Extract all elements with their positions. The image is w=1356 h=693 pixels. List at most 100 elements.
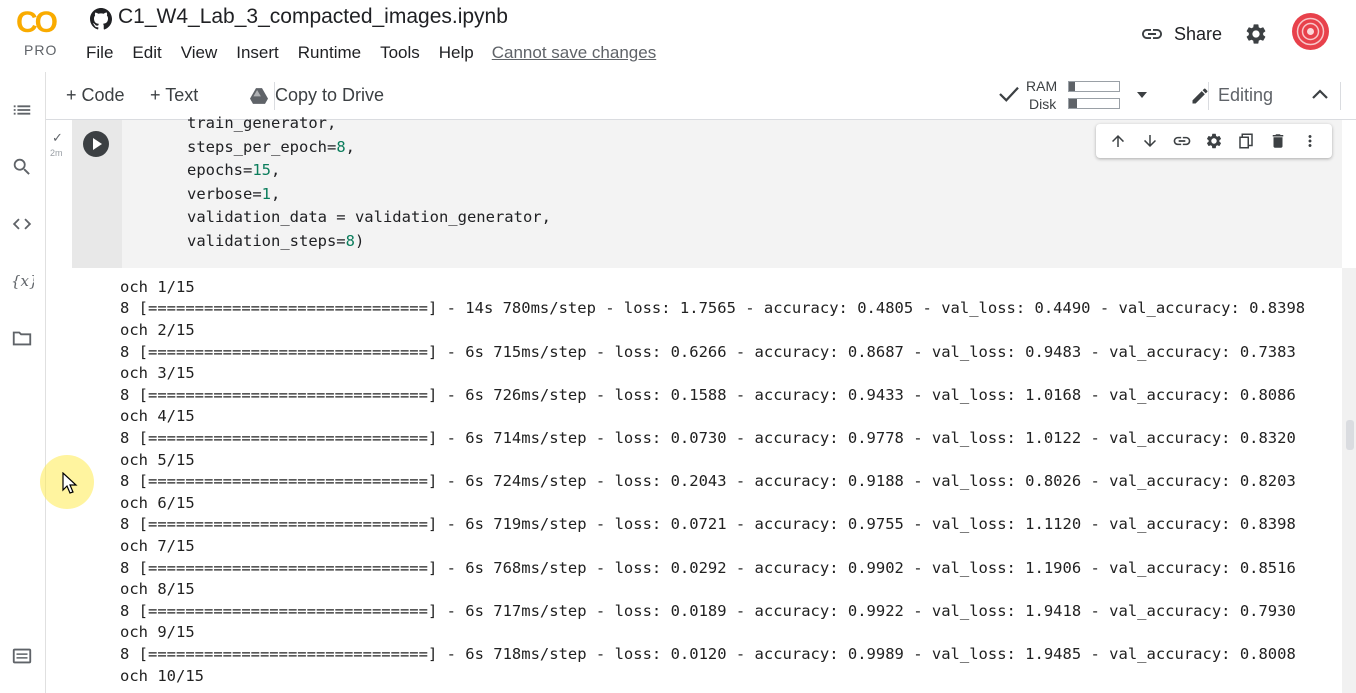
code-line[interactable]: epochs=15,: [187, 161, 280, 179]
output-line: 8 [==============================] - 6s …: [120, 429, 1296, 447]
code-number: 8: [336, 138, 346, 156]
disk-usage-bar[interactable]: [1068, 98, 1120, 109]
editing-mode-button[interactable]: Editing: [1190, 85, 1273, 106]
disk-usage-fill: [1069, 99, 1077, 108]
menu-view[interactable]: View: [181, 43, 218, 63]
gear-icon[interactable]: [1244, 22, 1268, 46]
output-line: och 10/15: [120, 667, 204, 685]
pencil-icon: [1192, 87, 1208, 103]
add-text-button[interactable]: + Text: [150, 85, 198, 106]
menu-runtime[interactable]: Runtime: [298, 43, 361, 63]
output-line: 8 [==============================] - 6s …: [120, 515, 1296, 533]
menu-help[interactable]: Help: [439, 43, 474, 63]
cell-settings-icon[interactable]: [1204, 131, 1224, 151]
code-line[interactable]: validation_steps=8): [187, 232, 364, 250]
save-status-link[interactable]: Cannot save changes: [492, 43, 656, 63]
code-text: validation_steps=: [187, 232, 346, 250]
mouse-pointer-icon: [62, 472, 78, 494]
folder-icon[interactable]: [10, 326, 34, 350]
code-number: 8: [345, 232, 355, 250]
output-line: och 2/15: [120, 321, 195, 339]
menu-edit[interactable]: Edit: [132, 43, 161, 63]
output-line: 8 [==============================] - 14s…: [120, 299, 1306, 317]
svg-text:{x}: {x}: [11, 272, 34, 290]
cell-toolbar: [1096, 124, 1332, 158]
code-line[interactable]: steps_per_epoch=8,: [187, 138, 355, 156]
output-line: 8 [==============================] - 6s …: [120, 386, 1296, 404]
output-scrollbar[interactable]: [1342, 268, 1356, 693]
execution-check-icon: ✓: [52, 130, 63, 145]
chevron-up-icon[interactable]: [1311, 87, 1329, 101]
avatar-swirl-icon: [1296, 17, 1325, 46]
code-text: ,: [345, 138, 355, 156]
copy-to-drive-label: Copy to Drive: [275, 85, 385, 105]
variables-icon[interactable]: {x}: [10, 269, 34, 293]
search-icon[interactable]: [10, 155, 34, 179]
output-line: 8 [==============================] - 6s …: [120, 645, 1296, 663]
mirror-cell-icon[interactable]: [1236, 131, 1256, 151]
output-line: 8 [==============================] - 6s …: [120, 343, 1296, 361]
notebook-title[interactable]: C1_W4_Lab_3_compacted_images.ipynb: [118, 5, 508, 29]
chevron-down-icon[interactable]: [1135, 90, 1149, 100]
terminal-icon[interactable]: [10, 644, 34, 668]
run-cell-button[interactable]: [83, 131, 109, 157]
connected-check-icon: [999, 86, 1019, 102]
drive-icon: [250, 87, 268, 104]
share-label: Share: [1174, 23, 1223, 44]
output-line: och 7/15: [120, 537, 195, 555]
left-sidebar: {x}: [0, 72, 46, 693]
toolbar-divider: [1340, 82, 1341, 110]
menu-bar: File Edit View Insert Runtime Tools Help…: [86, 43, 675, 63]
github-icon: [90, 8, 112, 30]
disk-label: Disk: [1029, 96, 1057, 112]
output-line: och 5/15: [120, 451, 195, 469]
code-text: ,: [271, 161, 281, 179]
move-up-icon[interactable]: [1108, 131, 1128, 151]
menu-insert[interactable]: Insert: [236, 43, 279, 63]
menu-tools[interactable]: Tools: [380, 43, 420, 63]
code-line[interactable]: train_generator,: [187, 114, 336, 132]
output-line: och 3/15: [120, 364, 195, 382]
move-down-icon[interactable]: [1140, 131, 1160, 151]
share-button[interactable]: Share: [1140, 22, 1222, 46]
code-snippets-icon[interactable]: [10, 212, 34, 236]
code-text: ,: [271, 185, 281, 203]
add-code-button[interactable]: + Code: [66, 85, 125, 106]
editing-label: Editing: [1218, 85, 1274, 105]
menu-file[interactable]: File: [86, 43, 113, 63]
code-line[interactable]: verbose=1,: [187, 185, 280, 203]
link-cell-icon[interactable]: [1172, 131, 1192, 151]
output-scrollbar-thumb[interactable]: [1346, 420, 1354, 450]
ram-usage-fill: [1069, 82, 1075, 91]
output-line: och 9/15: [120, 623, 195, 641]
logo-pro-label: PRO: [24, 42, 58, 58]
table-of-contents-icon[interactable]: [10, 98, 34, 122]
output-line: och 1/15: [120, 278, 195, 296]
more-options-icon[interactable]: [1300, 131, 1320, 151]
colab-logo[interactable]: CO PRO: [14, 6, 68, 58]
cell-margin: [46, 120, 72, 693]
avatar[interactable]: [1292, 13, 1329, 50]
cell-output: och 1/15 8 [============================…: [72, 268, 1342, 693]
code-text: ): [354, 232, 365, 250]
output-line: och 6/15: [120, 494, 195, 512]
output-line: 8 [==============================] - 6s …: [120, 602, 1296, 620]
app-header: CO PRO C1_W4_Lab_3_compacted_images.ipyn…: [0, 0, 1356, 72]
code-number: 15: [252, 161, 271, 179]
code-line[interactable]: validation_data = validation_generator,: [187, 208, 551, 226]
link-icon: [1142, 29, 1162, 39]
code-number: 1: [261, 185, 271, 203]
output-line: 8 [==============================] - 6s …: [120, 472, 1296, 490]
execution-time: 2m: [50, 148, 63, 158]
code-text: epochs=: [187, 161, 253, 179]
output-line: 8 [==============================] - 6s …: [120, 559, 1296, 577]
ram-usage-bar[interactable]: [1068, 81, 1120, 92]
copy-to-drive-button[interactable]: Copy to Drive: [250, 85, 384, 106]
ram-label: RAM: [1026, 78, 1058, 94]
notebook-toolbar: + Code + Text Copy to Drive: [46, 72, 1356, 120]
code-text: steps_per_epoch=: [187, 138, 337, 156]
delete-cell-icon[interactable]: [1268, 131, 1288, 151]
output-line: och 4/15: [120, 407, 195, 425]
code-text: verbose=: [187, 185, 262, 203]
output-line: och 8/15: [120, 580, 195, 598]
